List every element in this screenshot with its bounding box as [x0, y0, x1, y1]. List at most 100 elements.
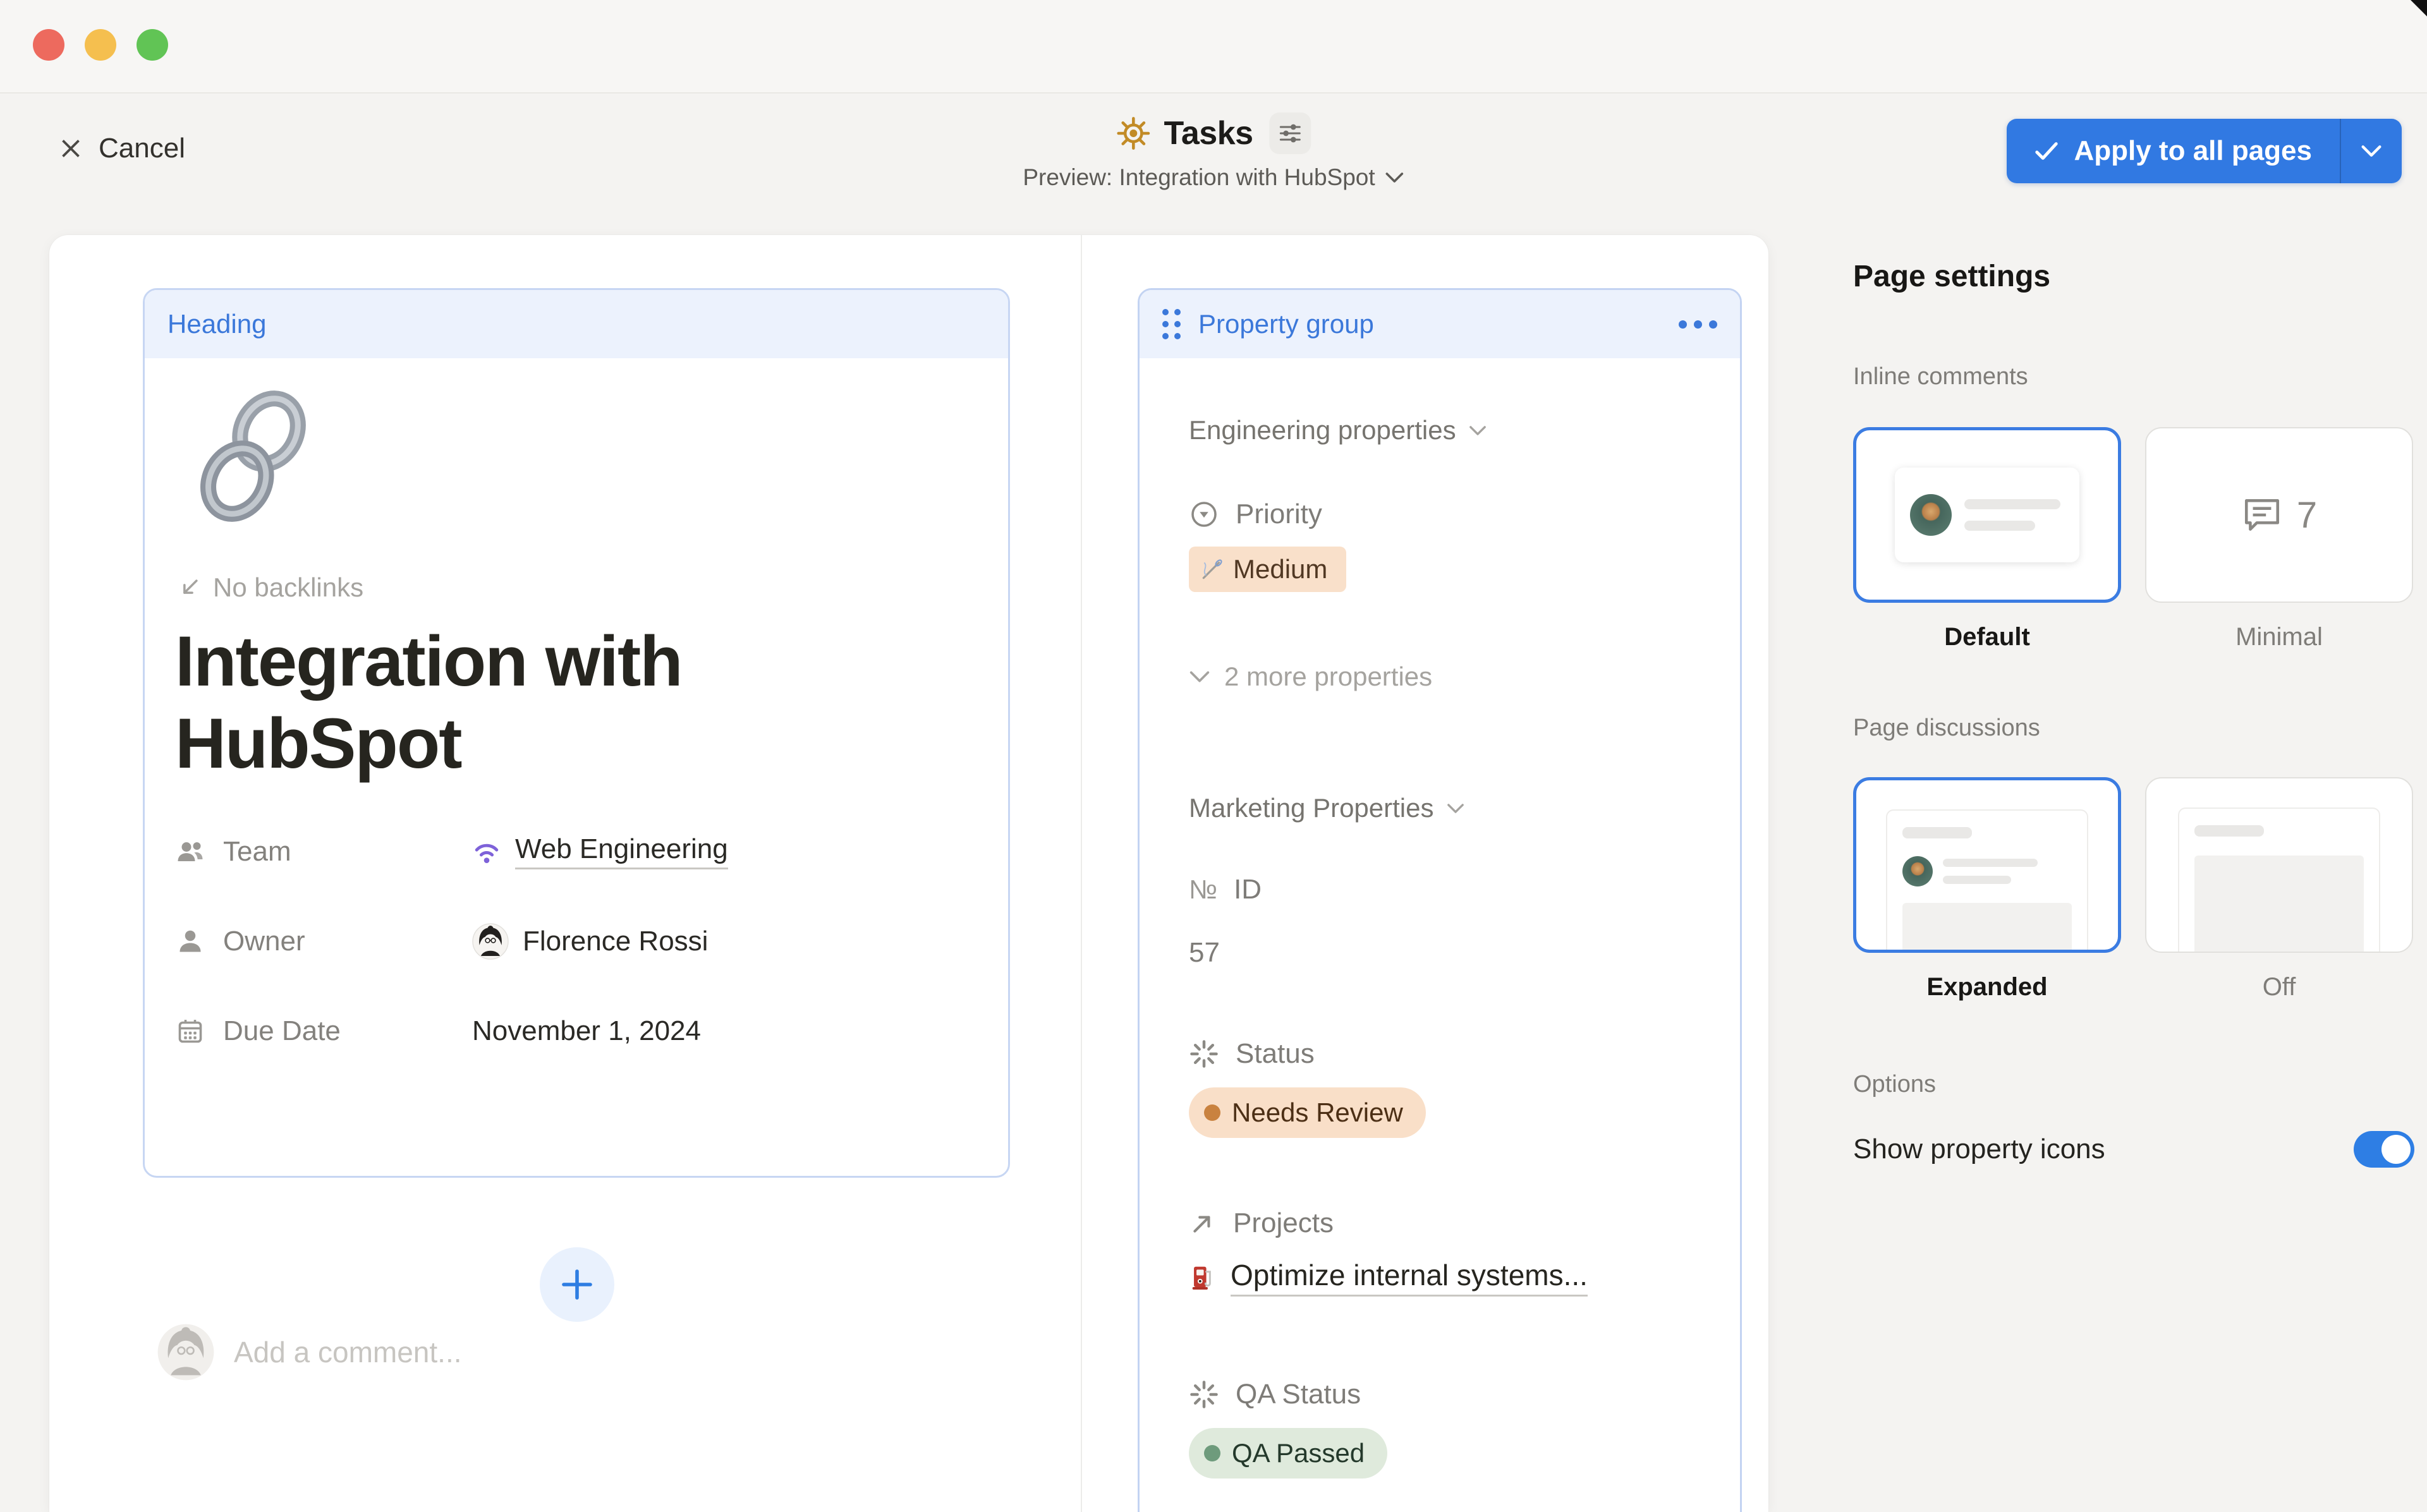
close-icon	[58, 136, 83, 161]
team-value-link[interactable]: Web Engineering	[472, 833, 728, 869]
property-group-block[interactable]: Property group Engineering properties Pr…	[1138, 288, 1742, 1512]
add-block-button[interactable]	[540, 1247, 614, 1322]
window-titlebar	[0, 0, 2427, 94]
qa-status-label: QA Status	[1236, 1379, 1361, 1410]
id-label: ID	[1234, 874, 1262, 905]
backlinks-indicator: No backlinks	[178, 572, 978, 603]
close-window-button[interactable]	[33, 29, 64, 61]
section-title: Marketing Properties	[1189, 793, 1434, 823]
comment-badge-preview: 7	[2241, 494, 2317, 536]
status-spinner-icon	[1189, 1039, 1219, 1069]
drag-handle-icon[interactable]	[1162, 309, 1181, 339]
toolbar-center: Tasks Preview: Integration with HubSpot	[1023, 112, 1404, 191]
chevron-down-icon	[1385, 172, 1404, 183]
apply-split-button: Apply to all pages	[2007, 119, 2402, 183]
qa-status-value-pill[interactable]: QA Passed	[1189, 1428, 1387, 1479]
property-group-header: Property group	[1140, 290, 1740, 358]
page-discussions-label: Page discussions	[1853, 715, 2414, 742]
avatar	[472, 923, 509, 960]
status-value-pill[interactable]: Needs Review	[1189, 1087, 1426, 1138]
show-property-icons-label: Show property icons	[1853, 1134, 2105, 1165]
more-options-icon[interactable]	[1679, 320, 1717, 329]
preview-page-title: Integration with HubSpot	[175, 620, 978, 785]
mini-page-preview	[1886, 809, 2088, 953]
id-property: № ID	[1189, 874, 1715, 905]
fuel-pump-icon	[1189, 1263, 1218, 1292]
status-spinner-icon	[1189, 1379, 1219, 1410]
status-value: Needs Review	[1232, 1098, 1403, 1128]
cancel-label: Cancel	[99, 133, 185, 164]
people-icon	[175, 837, 205, 867]
mini-comment-preview	[1895, 468, 2079, 562]
chevron-down-icon	[1447, 803, 1464, 814]
project-link[interactable]: Optimize internal systems...	[1189, 1258, 1715, 1297]
id-value: 57	[1189, 937, 1715, 969]
page-discussions-option-expanded[interactable]	[1853, 777, 2121, 953]
toggle-knob	[2381, 1135, 2411, 1164]
preview-selector[interactable]: Preview: Integration with HubSpot	[1023, 164, 1404, 191]
team-label: Team	[223, 836, 291, 868]
backlinks-label: No backlinks	[213, 572, 363, 603]
app-window: { "toolbar": { "cancel_label": "Cancel",…	[0, 0, 2427, 1512]
cancel-button[interactable]: Cancel	[58, 133, 185, 164]
inline-comments-option-default[interactable]	[1853, 427, 2121, 603]
show-property-icons-toggle[interactable]	[2354, 1131, 2414, 1168]
more-properties-toggle[interactable]: 2 more properties	[1189, 662, 1715, 692]
team-value: Web Engineering	[515, 833, 728, 869]
traffic-lights	[33, 29, 168, 61]
arrow-down-left-icon	[178, 576, 202, 600]
toolbar: Cancel Tasks	[0, 95, 2427, 235]
team-property-row: Team Web Engineering	[175, 820, 978, 883]
minimize-window-button[interactable]	[85, 29, 116, 61]
apply-to-all-pages-button[interactable]: Apply to all pages	[2007, 119, 2340, 183]
due-date-value: November 1, 2024	[472, 1015, 701, 1047]
comment-avatar	[157, 1323, 215, 1381]
project-link-label: Optimize internal systems...	[1231, 1258, 1588, 1297]
priority-property: Priority	[1189, 499, 1715, 530]
select-property-icon	[1189, 499, 1219, 529]
preview-label: Preview: Integration with HubSpot	[1023, 164, 1375, 191]
comment-count: 7	[2297, 494, 2317, 536]
add-comment-row[interactable]: Add a comment...	[157, 1323, 462, 1381]
option-label-off: Off	[2145, 973, 2413, 1001]
heading-block[interactable]: Heading No backlinks Integration	[143, 288, 1010, 1178]
owner-property-row: Owner Florence Rossi	[175, 910, 978, 973]
heading-block-label: Heading	[167, 309, 266, 339]
apply-label: Apply to all pages	[2074, 135, 2312, 167]
priority-value: Medium	[1233, 554, 1327, 584]
option-label-minimal: Minimal	[2145, 623, 2413, 651]
options-label: Options	[1853, 1071, 2414, 1098]
mini-page-preview	[2178, 807, 2380, 953]
customize-button[interactable]	[1270, 112, 1311, 154]
option-label-expanded: Expanded	[1853, 973, 2121, 1001]
qa-status-value: QA Passed	[1232, 1438, 1365, 1468]
qa-status-property: QA Status	[1189, 1379, 1715, 1410]
chain-links-icon	[183, 384, 328, 529]
page-settings-sidebar: Page settings Inline comments 7 Default …	[1853, 235, 2414, 1168]
comment-bubble-icon	[2241, 495, 2283, 535]
inline-comments-label: Inline comments	[1853, 363, 2414, 390]
section-title: Engineering properties	[1189, 415, 1456, 445]
priority-value-tag[interactable]: Medium	[1189, 547, 1346, 592]
zoom-window-button[interactable]	[137, 29, 168, 61]
status-label: Status	[1236, 1038, 1315, 1070]
chevron-down-icon	[1189, 670, 1210, 683]
page-discussions-option-off[interactable]	[2145, 777, 2413, 953]
calendar-icon	[175, 1016, 205, 1046]
due-date-label: Due Date	[223, 1015, 341, 1047]
projects-property: Projects	[1189, 1207, 1715, 1239]
page-preview-canvas: Heading No backlinks Integration	[49, 235, 1768, 1512]
marketing-properties-section[interactable]: Marketing Properties	[1189, 793, 1715, 823]
add-comment-placeholder: Add a comment...	[234, 1335, 462, 1369]
inline-comments-option-minimal[interactable]: 7	[2145, 427, 2413, 603]
priority-label: Priority	[1236, 499, 1322, 530]
apply-dropdown-button[interactable]	[2341, 119, 2402, 183]
ship-wheel-icon	[1116, 116, 1151, 151]
chevron-down-icon	[1469, 425, 1487, 436]
sidebar-title: Page settings	[1853, 259, 2414, 294]
sliders-icon	[1278, 121, 1303, 146]
wifi-icon	[472, 837, 501, 866]
engineering-properties-section[interactable]: Engineering properties	[1189, 415, 1715, 445]
owner-value[interactable]: Florence Rossi	[472, 923, 708, 960]
status-dot	[1204, 1104, 1220, 1121]
